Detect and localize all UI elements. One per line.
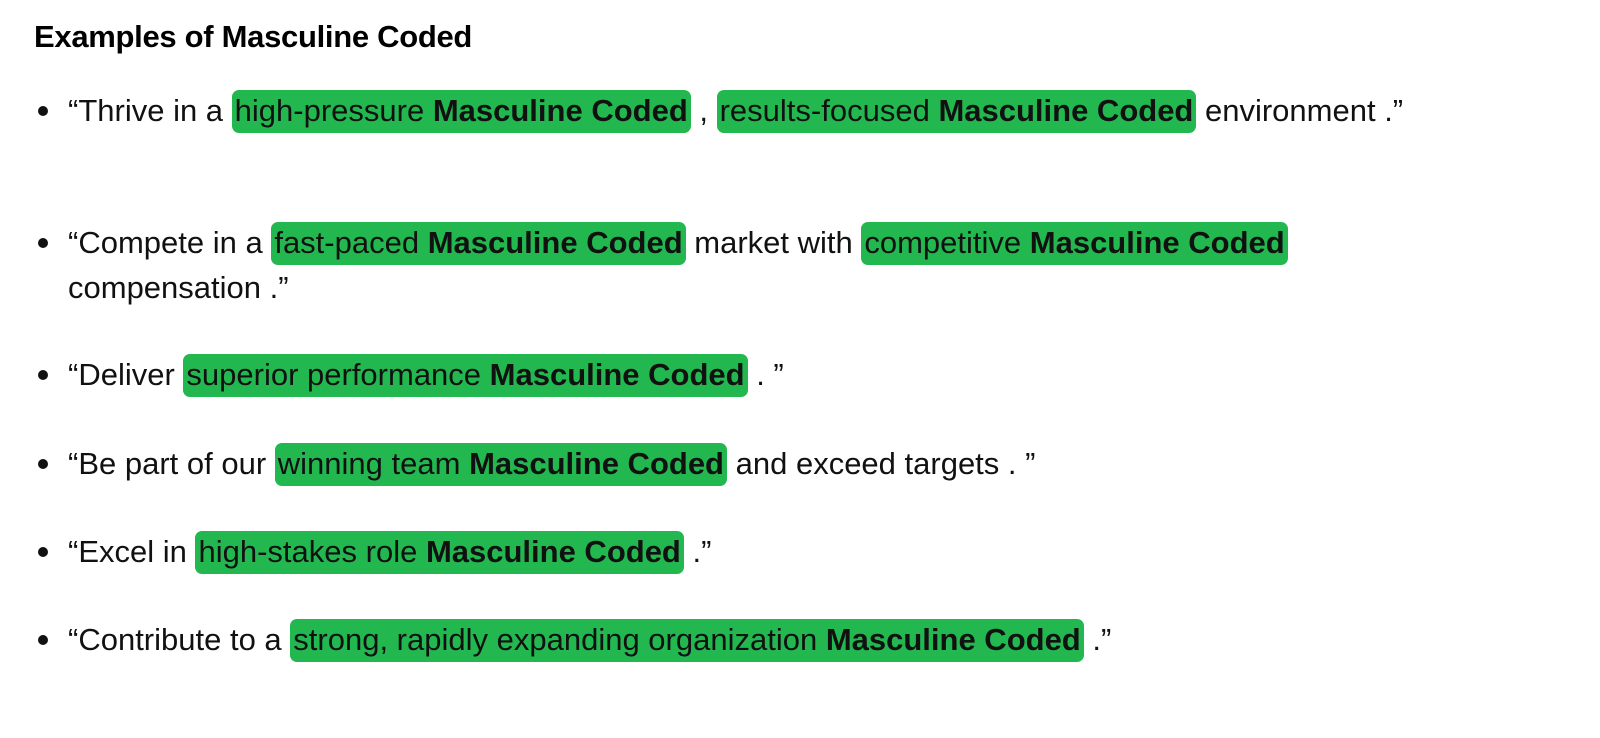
- highlight-phrase: high-pressure Masculine Coded: [231, 90, 691, 133]
- highlight-words: fast-paced: [274, 225, 428, 260]
- bullet-icon: [38, 238, 48, 248]
- page: Examples of Masculine Coded “Thrive in a…: [0, 0, 1600, 738]
- highlight-phrase: results-focused Masculine Coded: [716, 90, 1197, 133]
- example-text: “Thrive in a high-pressure Masculine Cod…: [68, 88, 1448, 133]
- masculine-coded-tag: Masculine Coded: [425, 534, 681, 569]
- highlight-words: competitive: [864, 225, 1030, 260]
- masculine-coded-tag: Masculine Coded: [1029, 225, 1285, 260]
- example-suffix: .”: [1083, 622, 1112, 657]
- masculine-coded-tag: Masculine Coded: [469, 446, 724, 481]
- highlight-phrase: winning team Masculine Coded: [274, 443, 727, 486]
- example-text: “Be part of our winning team Masculine C…: [68, 441, 1448, 486]
- example-connector: ,: [690, 93, 717, 128]
- highlight-phrase: strong, rapidly expanding organization M…: [290, 619, 1084, 662]
- example-text: “Deliver superior performance Masculine …: [68, 352, 1448, 397]
- masculine-coded-tag: Masculine Coded: [489, 357, 745, 392]
- highlight-words: high-stakes role: [198, 534, 426, 569]
- masculine-coded-tag: Masculine Coded: [427, 225, 683, 260]
- highlight-words: strong, rapidly expanding organization: [293, 622, 826, 657]
- highlight-words: high-pressure: [234, 93, 433, 128]
- bullet-icon: [38, 635, 48, 645]
- example-suffix: .”: [683, 534, 712, 569]
- highlight-words: winning team: [277, 446, 470, 481]
- example-prefix: “Deliver: [68, 357, 184, 392]
- example-prefix: “Contribute to a: [68, 622, 291, 657]
- bullet-icon: [38, 106, 48, 116]
- highlight-phrase: high-stakes role Masculine Coded: [195, 531, 684, 574]
- example-text: “Excel in high-stakes role Masculine Cod…: [68, 529, 1448, 574]
- example-suffix: . ”: [747, 357, 784, 392]
- example-prefix: “Be part of our: [68, 446, 275, 481]
- highlight-phrase: superior performance Masculine Coded: [183, 354, 748, 397]
- section-heading: Examples of Masculine Coded: [34, 19, 473, 54]
- masculine-coded-tag: Masculine Coded: [825, 622, 1081, 657]
- highlight-phrase: competitive Masculine Coded: [861, 222, 1288, 265]
- example-text: “Compete in a fast-paced Masculine Coded…: [68, 220, 1448, 310]
- highlight-phrase: fast-paced Masculine Coded: [271, 222, 686, 265]
- example-prefix: “Excel in: [68, 534, 196, 569]
- example-suffix: and exceed targets . ”: [727, 446, 1036, 481]
- example-prefix: “Thrive in a: [68, 93, 232, 128]
- highlight-words: superior performance: [186, 357, 490, 392]
- bullet-icon: [38, 370, 48, 380]
- example-text: “Contribute to a strong, rapidly expandi…: [68, 617, 1448, 662]
- example-prefix: “Compete in a: [68, 225, 272, 260]
- bullet-icon: [38, 459, 48, 469]
- masculine-coded-tag: Masculine Coded: [432, 93, 688, 128]
- highlight-words: results-focused: [719, 93, 939, 128]
- bullet-icon: [38, 547, 48, 557]
- example-connector: market with: [685, 225, 862, 260]
- example-suffix: environment .”: [1196, 93, 1404, 128]
- masculine-coded-tag: Masculine Coded: [938, 93, 1194, 128]
- example-suffix: compensation .”: [68, 270, 289, 305]
